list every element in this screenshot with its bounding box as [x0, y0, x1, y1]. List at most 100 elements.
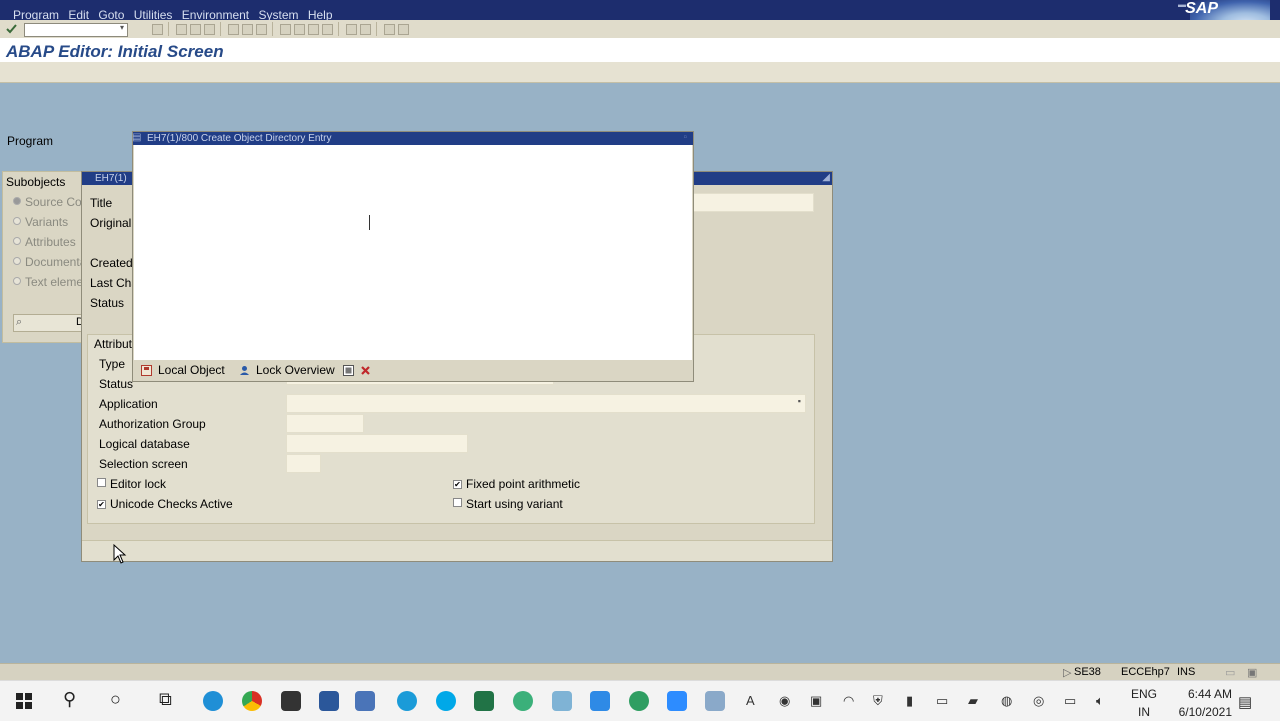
status-transaction: SE38	[1074, 666, 1101, 678]
radio-label: Documenta	[25, 255, 87, 269]
application-dropdown[interactable]: ▪	[286, 394, 806, 413]
next-page-icon[interactable]	[308, 24, 319, 35]
start-using-variant-checkbox[interactable]: Start using variant	[453, 497, 563, 511]
cancel-button[interactable]	[360, 361, 377, 379]
checkbox-label: Unicode Checks Active	[110, 497, 233, 511]
command-field[interactable]: ▾	[24, 23, 128, 37]
radio-icon	[13, 277, 21, 285]
application-label: Application	[99, 397, 158, 411]
system-menu-icon[interactable]: ▤	[132, 132, 141, 143]
local-object-label: Local Object	[158, 363, 225, 377]
tray-network-icon[interactable]: ◠	[843, 693, 854, 709]
radio-selected-icon	[13, 197, 21, 205]
find-icon[interactable]	[242, 24, 253, 35]
resize-corner-icon[interactable]: ◢	[822, 172, 830, 183]
enter-check-icon[interactable]	[6, 24, 17, 34]
tray-zoom-icon[interactable]: ▭	[936, 693, 948, 709]
clock[interactable]: 6:44 AM 6/10/2021	[1179, 685, 1232, 721]
logical-database-label: Logical database	[99, 437, 190, 451]
radio-documentation[interactable]: Documenta	[13, 255, 86, 269]
app-icon[interactable]	[552, 691, 572, 711]
tray-font-icon[interactable]: A	[746, 693, 755, 708]
radio-icon	[13, 217, 21, 225]
app-icon[interactable]	[397, 691, 417, 711]
status-bar: ▷ SE38 ECCEhp7 INS ▭ ▣	[0, 663, 1280, 681]
skype-icon[interactable]	[436, 691, 456, 711]
tray-battery-icon[interactable]: ▭	[1064, 693, 1076, 709]
status-info-icon[interactable]: ▭	[1225, 666, 1235, 679]
cancel-icon[interactable]	[204, 24, 215, 35]
selection-screen-label: Selection screen	[99, 457, 188, 471]
unicode-checks-checkbox[interactable]: ✔ Unicode Checks Active	[97, 497, 233, 511]
dropdown-icon[interactable]: ▪	[798, 396, 801, 406]
print-icon[interactable]	[228, 24, 239, 35]
local-object-button[interactable]: Local Object	[141, 361, 225, 379]
zoom-icon[interactable]	[667, 691, 687, 711]
editor-lock-checkbox[interactable]: Editor lock	[97, 477, 166, 491]
sap-logo-text: SAP	[1185, 0, 1218, 17]
radio-source-code[interactable]: Source Coc	[13, 195, 88, 209]
app-icon[interactable]	[705, 691, 725, 711]
tray-app-icon[interactable]: ◉	[779, 693, 790, 709]
windows-start-icon[interactable]	[16, 693, 32, 709]
lock-overview-button[interactable]: Lock Overview	[239, 361, 335, 379]
selection-screen-input[interactable]	[286, 454, 321, 473]
radio-variants[interactable]: Variants	[13, 215, 68, 229]
word-icon[interactable]	[319, 691, 339, 711]
checkbox-label: Editor lock	[110, 477, 167, 491]
status-expand-icon[interactable]: ▷	[1063, 666, 1071, 679]
logical-database-input[interactable]	[286, 434, 468, 453]
checkbox-label: Start using variant	[466, 497, 563, 511]
find-next-icon[interactable]	[256, 24, 267, 35]
notifications-icon[interactable]: ▤	[1238, 693, 1252, 711]
popup-titlebar[interactable]: EH7(1)/800 Create Object Directory Entry…	[132, 132, 693, 145]
title-input[interactable]	[692, 193, 814, 212]
network-app-icon[interactable]	[513, 691, 533, 711]
exit-icon[interactable]	[190, 24, 201, 35]
last-page-icon[interactable]	[322, 24, 333, 35]
language-indicator[interactable]: ENG IN	[1131, 685, 1157, 721]
cortana-icon[interactable]: ○	[110, 689, 121, 710]
sap-logon-icon[interactable]	[355, 691, 375, 711]
app-icon[interactable]	[590, 691, 610, 711]
first-page-icon[interactable]	[280, 24, 291, 35]
popup-content-area[interactable]	[134, 145, 692, 360]
tray-globe-icon[interactable]: ◎	[1033, 693, 1044, 709]
authorization-group-label: Authorization Group	[99, 417, 206, 431]
tray-app-icon[interactable]: ▣	[810, 693, 822, 709]
new-session-icon[interactable]	[346, 24, 357, 35]
attributes-dialog-footer	[82, 540, 832, 561]
status-lock-icon[interactable]: ▣	[1247, 666, 1257, 679]
chrome-browser-icon[interactable]	[242, 691, 262, 711]
tray-security-icon[interactable]: ⛨	[873, 693, 883, 709]
checkbox-empty-icon	[97, 478, 106, 487]
customize-layout-icon[interactable]	[398, 24, 409, 35]
clock-date: 6/10/2021	[1178, 705, 1232, 719]
app-icon[interactable]	[629, 691, 649, 711]
object-overview-button[interactable]	[343, 361, 360, 379]
command-dropdown-icon[interactable]: ▾	[120, 23, 124, 32]
tray-microphone-icon[interactable]: ▮	[906, 693, 913, 709]
radio-attributes[interactable]: Attributes	[13, 235, 76, 249]
checkbox-label: Fixed point arithmetic	[466, 477, 581, 491]
search-icon[interactable]: ⚲	[63, 689, 76, 710]
tray-volume-icon[interactable]: 🔈︎	[1096, 693, 1104, 709]
tray-app-icon[interactable]: ▰	[968, 693, 978, 709]
fixed-point-arithmetic-checkbox[interactable]: ✔ Fixed point arithmetic	[453, 477, 580, 491]
save-icon[interactable]	[152, 24, 163, 35]
task-view-icon[interactable]: ⧉	[159, 689, 172, 710]
previous-page-icon[interactable]	[294, 24, 305, 35]
authorization-group-input[interactable]	[286, 414, 364, 433]
popup-close-box-icon[interactable]: ▫	[683, 132, 687, 143]
status-mode: INS	[1177, 666, 1196, 678]
excel-icon[interactable]	[474, 691, 494, 711]
help-icon[interactable]	[384, 24, 395, 35]
radio-text-elements[interactable]: Text eleme	[13, 275, 83, 289]
back-icon[interactable]	[176, 24, 187, 35]
keyboard-region: IN	[1137, 705, 1150, 719]
shortcut-icon[interactable]	[360, 24, 371, 35]
store-icon[interactable]	[281, 691, 301, 711]
toolbar-separator	[376, 22, 377, 36]
edge-browser-icon[interactable]	[203, 691, 223, 711]
tray-skype-icon[interactable]: ◍	[1001, 693, 1012, 709]
